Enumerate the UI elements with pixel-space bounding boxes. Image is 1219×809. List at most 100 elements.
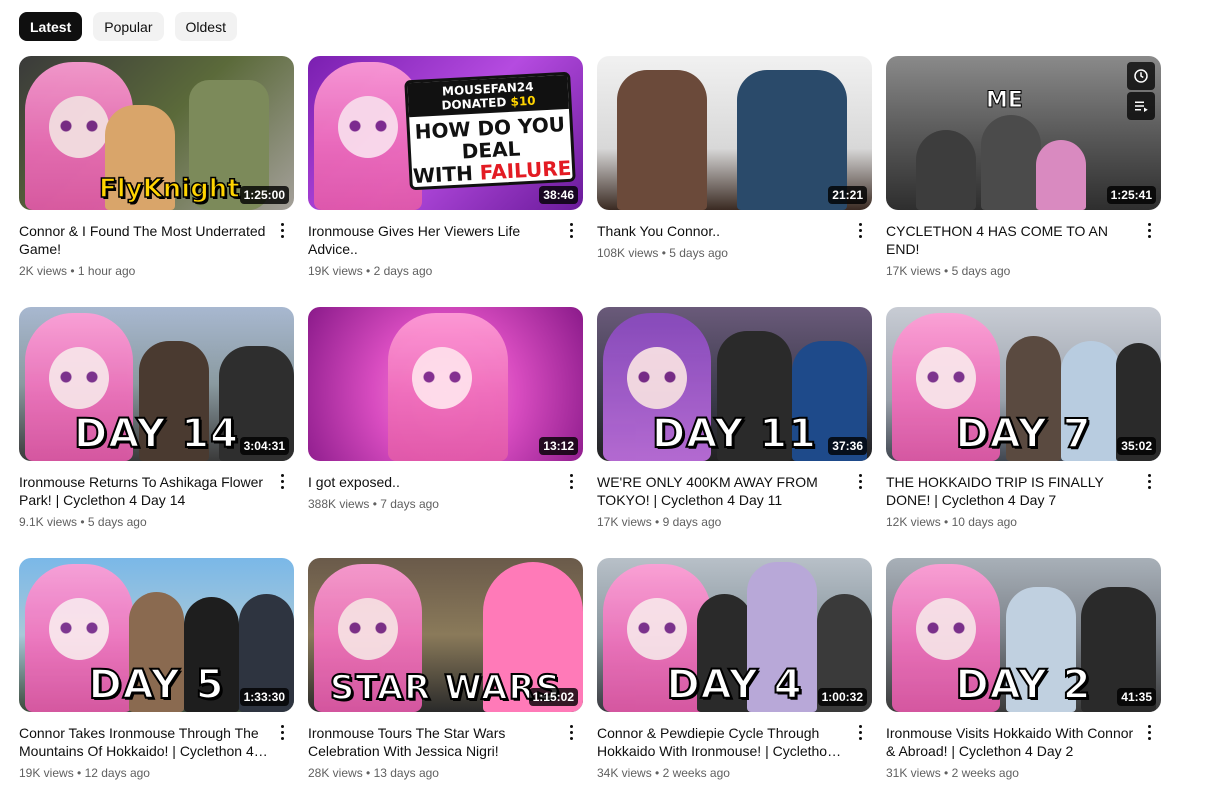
video-meta: 17K views • 9 days ago (597, 515, 722, 529)
duration-badge: 1:00:32 (817, 688, 867, 706)
chip-oldest[interactable]: Oldest (174, 12, 237, 41)
sign-message: HOW DO YOU DEAL WITH FAILURE (412, 112, 572, 189)
duration-badge: 1:15:02 (528, 688, 578, 706)
video-meta: 2K views • 1 hour ago (19, 264, 136, 278)
duration-badge: 13:12 (539, 437, 578, 455)
watch-later-button[interactable] (1127, 62, 1155, 90)
add-to-queue-button[interactable] (1127, 92, 1155, 120)
video-title[interactable]: Ironmouse Gives Her Viewers Life Advice.… (308, 222, 557, 258)
video-thumbnail[interactable]: DAY 4 1:00:32 (597, 558, 872, 712)
duration-badge: 3:04:31 (239, 437, 289, 455)
video-card: FlyKnight 1:25:00 Connor & I Found The M… (19, 56, 294, 307)
video-thumbnail[interactable]: DAY 14 3:04:31 (19, 307, 294, 461)
more-options-button[interactable] (848, 469, 872, 493)
more-vert-icon (569, 723, 573, 741)
upload-age: 10 days ago (951, 515, 1017, 529)
video-title[interactable]: Thank You Connor.. (597, 222, 846, 240)
duration-badge: 41:35 (1117, 688, 1156, 706)
video-thumbnail[interactable]: DAY 2 41:35 (886, 558, 1161, 712)
video-card: DAY 4 1:00:32 Connor & Pewdiepie Cycle T… (597, 558, 872, 809)
chip-popular[interactable]: Popular (93, 12, 164, 41)
video-title[interactable]: Connor Takes Ironmouse Through The Mount… (19, 724, 268, 760)
video-thumbnail[interactable]: DAY 7 35:02 (886, 307, 1161, 461)
video-title[interactable]: Ironmouse Visits Hokkaido With Connor & … (886, 724, 1135, 760)
duration-badge: 1:25:00 (239, 186, 289, 204)
video-thumbnail[interactable]: 13:12 (308, 307, 583, 461)
video-meta: 17K views • 5 days ago (886, 264, 1011, 278)
video-title[interactable]: Connor & Pewdiepie Cycle Through Hokkaid… (597, 724, 846, 760)
chip-latest[interactable]: Latest (19, 12, 83, 41)
clock-icon (1134, 69, 1148, 83)
view-count: 2K views (19, 264, 68, 278)
more-options-button[interactable] (270, 218, 294, 242)
video-thumbnail[interactable]: ME 1:25:41 (886, 56, 1161, 210)
thumbnail-text: ME (986, 88, 1024, 114)
video-card: DAY 7 35:02 THE HOKKAIDO TRIP IS FINALLY… (886, 307, 1161, 558)
duration-badge: 1:33:30 (239, 688, 289, 706)
more-options-button[interactable] (848, 218, 872, 242)
video-meta: 19K views • 12 days ago (19, 766, 150, 780)
more-vert-icon (858, 221, 862, 239)
video-card: 13:12 I got exposed.. 388K views • 7 day… (308, 307, 583, 558)
thumbnail-text: FlyKnight (98, 173, 240, 205)
video-meta: 19K views • 2 days ago (308, 264, 433, 278)
video-card: ME 1:25:41 CYCLETHON 4 HAS COME TO AN EN… (886, 56, 1161, 307)
video-title[interactable]: Ironmouse Tours The Star Wars Celebratio… (308, 724, 557, 760)
more-options-button[interactable] (1137, 720, 1161, 744)
video-card: DAY 11 37:36 WE'RE ONLY 400KM AWAY FROM … (597, 307, 872, 558)
video-grid: FlyKnight 1:25:00 Connor & I Found The M… (19, 56, 1161, 809)
video-title[interactable]: Connor & I Found The Most Underrated Gam… (19, 222, 268, 258)
more-options-button[interactable] (559, 720, 583, 744)
upload-age: 2 weeks ago (662, 766, 730, 780)
more-options-button[interactable] (1137, 469, 1161, 493)
video-thumbnail[interactable]: 21:21 (597, 56, 872, 210)
sort-chips: Latest Popular Oldest (19, 12, 237, 41)
video-card: DAY 2 41:35 Ironmouse Visits Hokkaido Wi… (886, 558, 1161, 809)
upload-age: 7 days ago (380, 497, 439, 511)
more-options-button[interactable] (270, 720, 294, 744)
video-meta: 31K views • 2 weeks ago (886, 766, 1019, 780)
video-card: 21:21 Thank You Connor.. 108K views • 5 … (597, 56, 872, 307)
upload-age: 5 days ago (669, 246, 728, 260)
video-thumbnail[interactable]: STAR WARS 1:15:02 (308, 558, 583, 712)
more-vert-icon (1147, 723, 1151, 741)
upload-age: 13 days ago (373, 766, 439, 780)
view-count: 9.1K views (19, 515, 78, 529)
video-title[interactable]: WE'RE ONLY 400KM AWAY FROM TOKYO! | Cycl… (597, 473, 846, 509)
video-thumbnail[interactable]: MOUSEFAN24 DONATED $10 HOW DO YOU DEAL WI… (308, 56, 583, 210)
more-options-button[interactable] (1137, 218, 1161, 242)
upload-age: 12 days ago (84, 766, 150, 780)
more-vert-icon (280, 472, 284, 490)
view-count: 388K views (308, 497, 370, 511)
more-vert-icon (280, 723, 284, 741)
duration-badge: 37:36 (828, 437, 867, 455)
video-meta: 388K views • 7 days ago (308, 497, 439, 511)
duration-badge: 21:21 (828, 186, 867, 204)
video-title[interactable]: I got exposed.. (308, 473, 557, 491)
view-count: 108K views (597, 246, 659, 260)
video-thumbnail[interactable]: DAY 11 37:36 (597, 307, 872, 461)
upload-age: 1 hour ago (77, 264, 136, 278)
video-thumbnail[interactable]: FlyKnight 1:25:00 (19, 56, 294, 210)
video-meta: 28K views • 13 days ago (308, 766, 439, 780)
video-meta: 9.1K views • 5 days ago (19, 515, 147, 529)
video-title[interactable]: THE HOKKAIDO TRIP IS FINALLY DONE! | Cyc… (886, 473, 1135, 509)
video-title[interactable]: Ironmouse Returns To Ashikaga Flower Par… (19, 473, 268, 509)
view-count: 12K views (886, 515, 941, 529)
upload-age: 5 days ago (951, 264, 1011, 278)
more-vert-icon (280, 221, 284, 239)
upload-age: 2 weeks ago (951, 766, 1019, 780)
more-vert-icon (569, 472, 573, 490)
video-title[interactable]: CYCLETHON 4 HAS COME TO AN END! (886, 222, 1135, 258)
more-options-button[interactable] (559, 469, 583, 493)
more-vert-icon (858, 472, 862, 490)
more-options-button[interactable] (559, 218, 583, 242)
view-count: 19K views (308, 264, 363, 278)
more-vert-icon (1147, 472, 1151, 490)
upload-age: 5 days ago (87, 515, 147, 529)
duration-badge: 1:25:41 (1106, 186, 1156, 204)
more-options-button[interactable] (270, 469, 294, 493)
video-thumbnail[interactable]: DAY 5 1:33:30 (19, 558, 294, 712)
duration-badge: 38:46 (539, 186, 578, 204)
more-options-button[interactable] (848, 720, 872, 744)
